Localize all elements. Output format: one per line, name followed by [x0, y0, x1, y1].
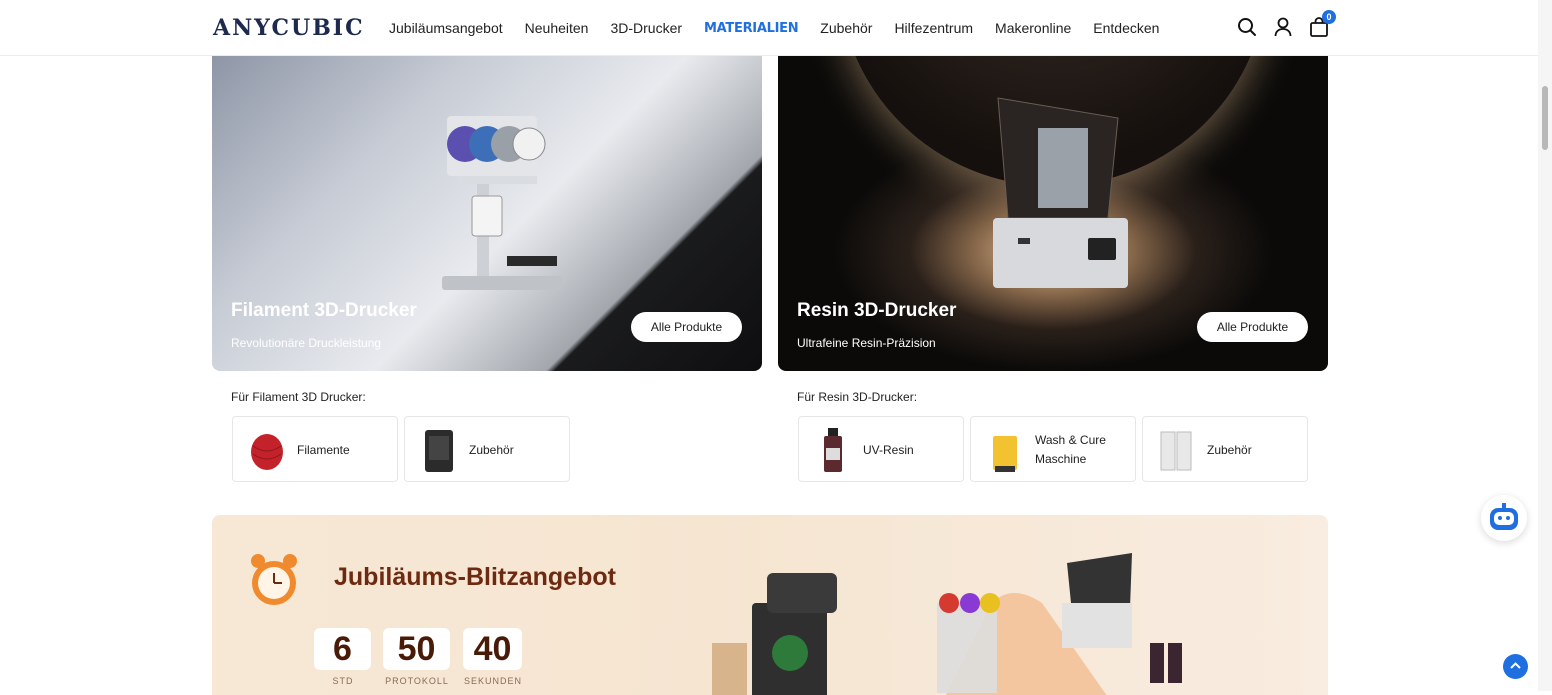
nav-3d-drucker[interactable]: 3D-Drucker — [610, 20, 682, 36]
chip-label: UV-Resin — [863, 442, 914, 457]
promo-products-image — [712, 553, 1182, 695]
chip-filamente[interactable]: Filamente — [232, 416, 398, 482]
search-icon[interactable] — [1236, 16, 1258, 38]
chip-zubehoer-filament[interactable]: Zubehör — [404, 416, 570, 482]
filament-category-label: Für Filament 3D Drucker: — [231, 390, 366, 404]
countdown-hours-label: STD — [332, 676, 354, 686]
arrow-up-icon — [1510, 662, 1521, 669]
promo-title: Jubiläums-Blitzangebot — [334, 563, 616, 591]
resin-accessory-thumb — [1160, 431, 1192, 471]
chip-zubehoer-resin[interactable]: Zubehör — [1142, 416, 1308, 482]
filament-printer-card[interactable]: Filament 3D-Drucker Revolutionäre Druckl… — [212, 56, 762, 371]
chatbot-icon — [1490, 503, 1518, 530]
chip-label: Zubehör — [469, 442, 514, 457]
nav-zubehoer[interactable]: Zubehör — [820, 20, 872, 36]
scrollbar-thumb[interactable] — [1542, 86, 1548, 150]
filament-card-subtitle: Revolutionäre Druckleistung — [231, 336, 382, 350]
wash-cure-thumb — [993, 436, 1017, 472]
resin-printer-image — [993, 97, 1128, 288]
nav-materialien[interactable]: MATERIALIEN — [704, 21, 799, 36]
nav-entdecken[interactable]: Entdecken — [1093, 20, 1159, 36]
chip-uv-resin[interactable]: UV-Resin — [798, 416, 964, 482]
cart-count-badge: 0 — [1322, 10, 1336, 24]
anniversary-flash-sale-banner[interactable]: Jubiläums-Blitzangebot 6 50 40 STD PROTO… — [212, 515, 1328, 695]
resin-all-products-button[interactable]: Alle Produkte — [1197, 312, 1308, 342]
accessory-thumb — [425, 430, 453, 472]
filament-all-products-button[interactable]: Alle Produkte — [631, 312, 742, 342]
back-to-top-button[interactable] — [1503, 654, 1528, 679]
main-nav: Jubiläumsangebot Neuheiten 3D-Drucker MA… — [389, 0, 1159, 56]
nav-makeronline[interactable]: Makeronline — [995, 20, 1071, 36]
page-scrollbar[interactable] — [1538, 0, 1552, 691]
filament-printer-image — [442, 116, 562, 290]
chatbot-button[interactable] — [1481, 495, 1527, 541]
chip-label: Filamente — [297, 442, 350, 457]
resin-bottle-thumb — [824, 428, 842, 472]
filament-card-title: Filament 3D-Drucker — [231, 300, 417, 321]
countdown-hours: 6 — [314, 628, 371, 670]
resin-category-label: Für Resin 3D-Drucker: — [797, 390, 918, 404]
site-header: ANYCUBIC Jubiläumsangebot Neuheiten 3D-D… — [0, 0, 1538, 56]
countdown-seconds-label: SEKUNDEN — [463, 676, 522, 686]
resin-printer-card[interactable]: Resin 3D-Drucker Ultrafeine Resin-Präzis… — [778, 56, 1328, 371]
resin-card-title: Resin 3D-Drucker — [797, 300, 957, 321]
resin-card-subtitle: Ultrafeine Resin-Präzision — [797, 336, 936, 350]
nav-hilfezentrum[interactable]: Hilfezentrum — [894, 20, 973, 36]
countdown-minutes: 50 — [383, 628, 450, 670]
alarm-clock-icon — [251, 554, 297, 605]
countdown-seconds: 40 — [463, 628, 522, 670]
filament-spool-thumb — [251, 434, 283, 470]
nav-neuheiten[interactable]: Neuheiten — [525, 20, 589, 36]
chip-label: Wash & Cure Maschine — [1035, 433, 1106, 466]
chip-label: Zubehör — [1207, 442, 1252, 457]
user-icon[interactable] — [1272, 16, 1294, 38]
countdown-minutes-label: PROTOKOLL — [385, 676, 449, 686]
nav-jubilaeumsangebot[interactable]: Jubiläumsangebot — [389, 20, 503, 36]
anycubic-logo[interactable]: ANYCUBIC — [213, 15, 365, 41]
cart-icon[interactable]: 0 — [1308, 10, 1336, 38]
chip-wash-cure[interactable]: Wash & Cure Maschine — [970, 416, 1136, 482]
